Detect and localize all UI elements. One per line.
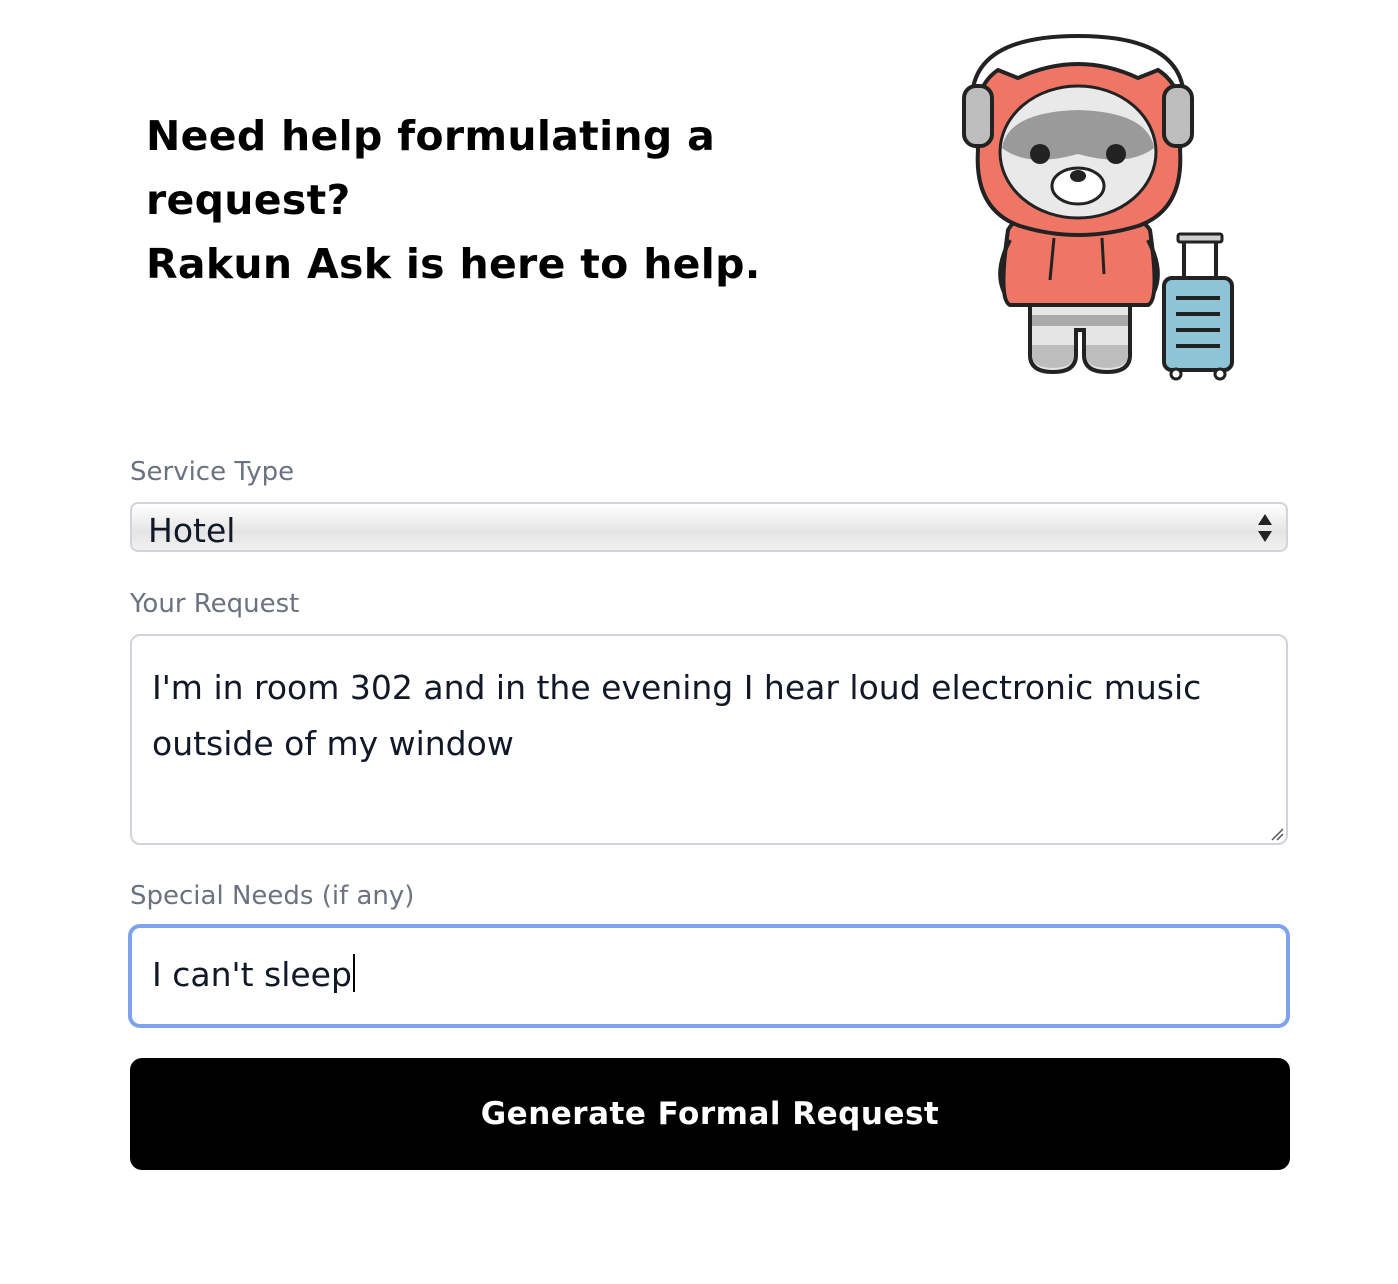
your-request-textarea[interactable]: I'm in room 302 and in the evening I hea… <box>130 634 1288 845</box>
special-needs-label: Special Needs (if any) <box>130 881 415 911</box>
hero-heading-line: request? <box>146 176 351 224</box>
special-needs-value: I can't sleep <box>152 955 352 994</box>
hero-heading: Need help formulating a request? Rakun A… <box>146 104 846 296</box>
service-type-value: Hotel <box>148 511 236 550</box>
your-request-text: I'm in room 302 and in the evening I hea… <box>152 668 1202 763</box>
resize-handle-icon[interactable] <box>1270 827 1284 841</box>
special-needs-input[interactable]: I can't sleep <box>128 924 1290 1028</box>
raccoon-mascot-illustration <box>962 33 1234 381</box>
text-caret <box>352 954 355 992</box>
service-type-select[interactable]: Hotel <box>130 502 1288 552</box>
hero-heading-line: Need help formulating a <box>146 112 716 160</box>
hero-heading-line: Rakun Ask is here to help. <box>146 240 761 288</box>
generate-formal-request-button[interactable]: Generate Formal Request <box>130 1058 1290 1170</box>
select-arrows-icon <box>1258 514 1272 542</box>
your-request-label: Your Request <box>130 589 300 619</box>
service-type-label: Service Type <box>130 457 295 487</box>
